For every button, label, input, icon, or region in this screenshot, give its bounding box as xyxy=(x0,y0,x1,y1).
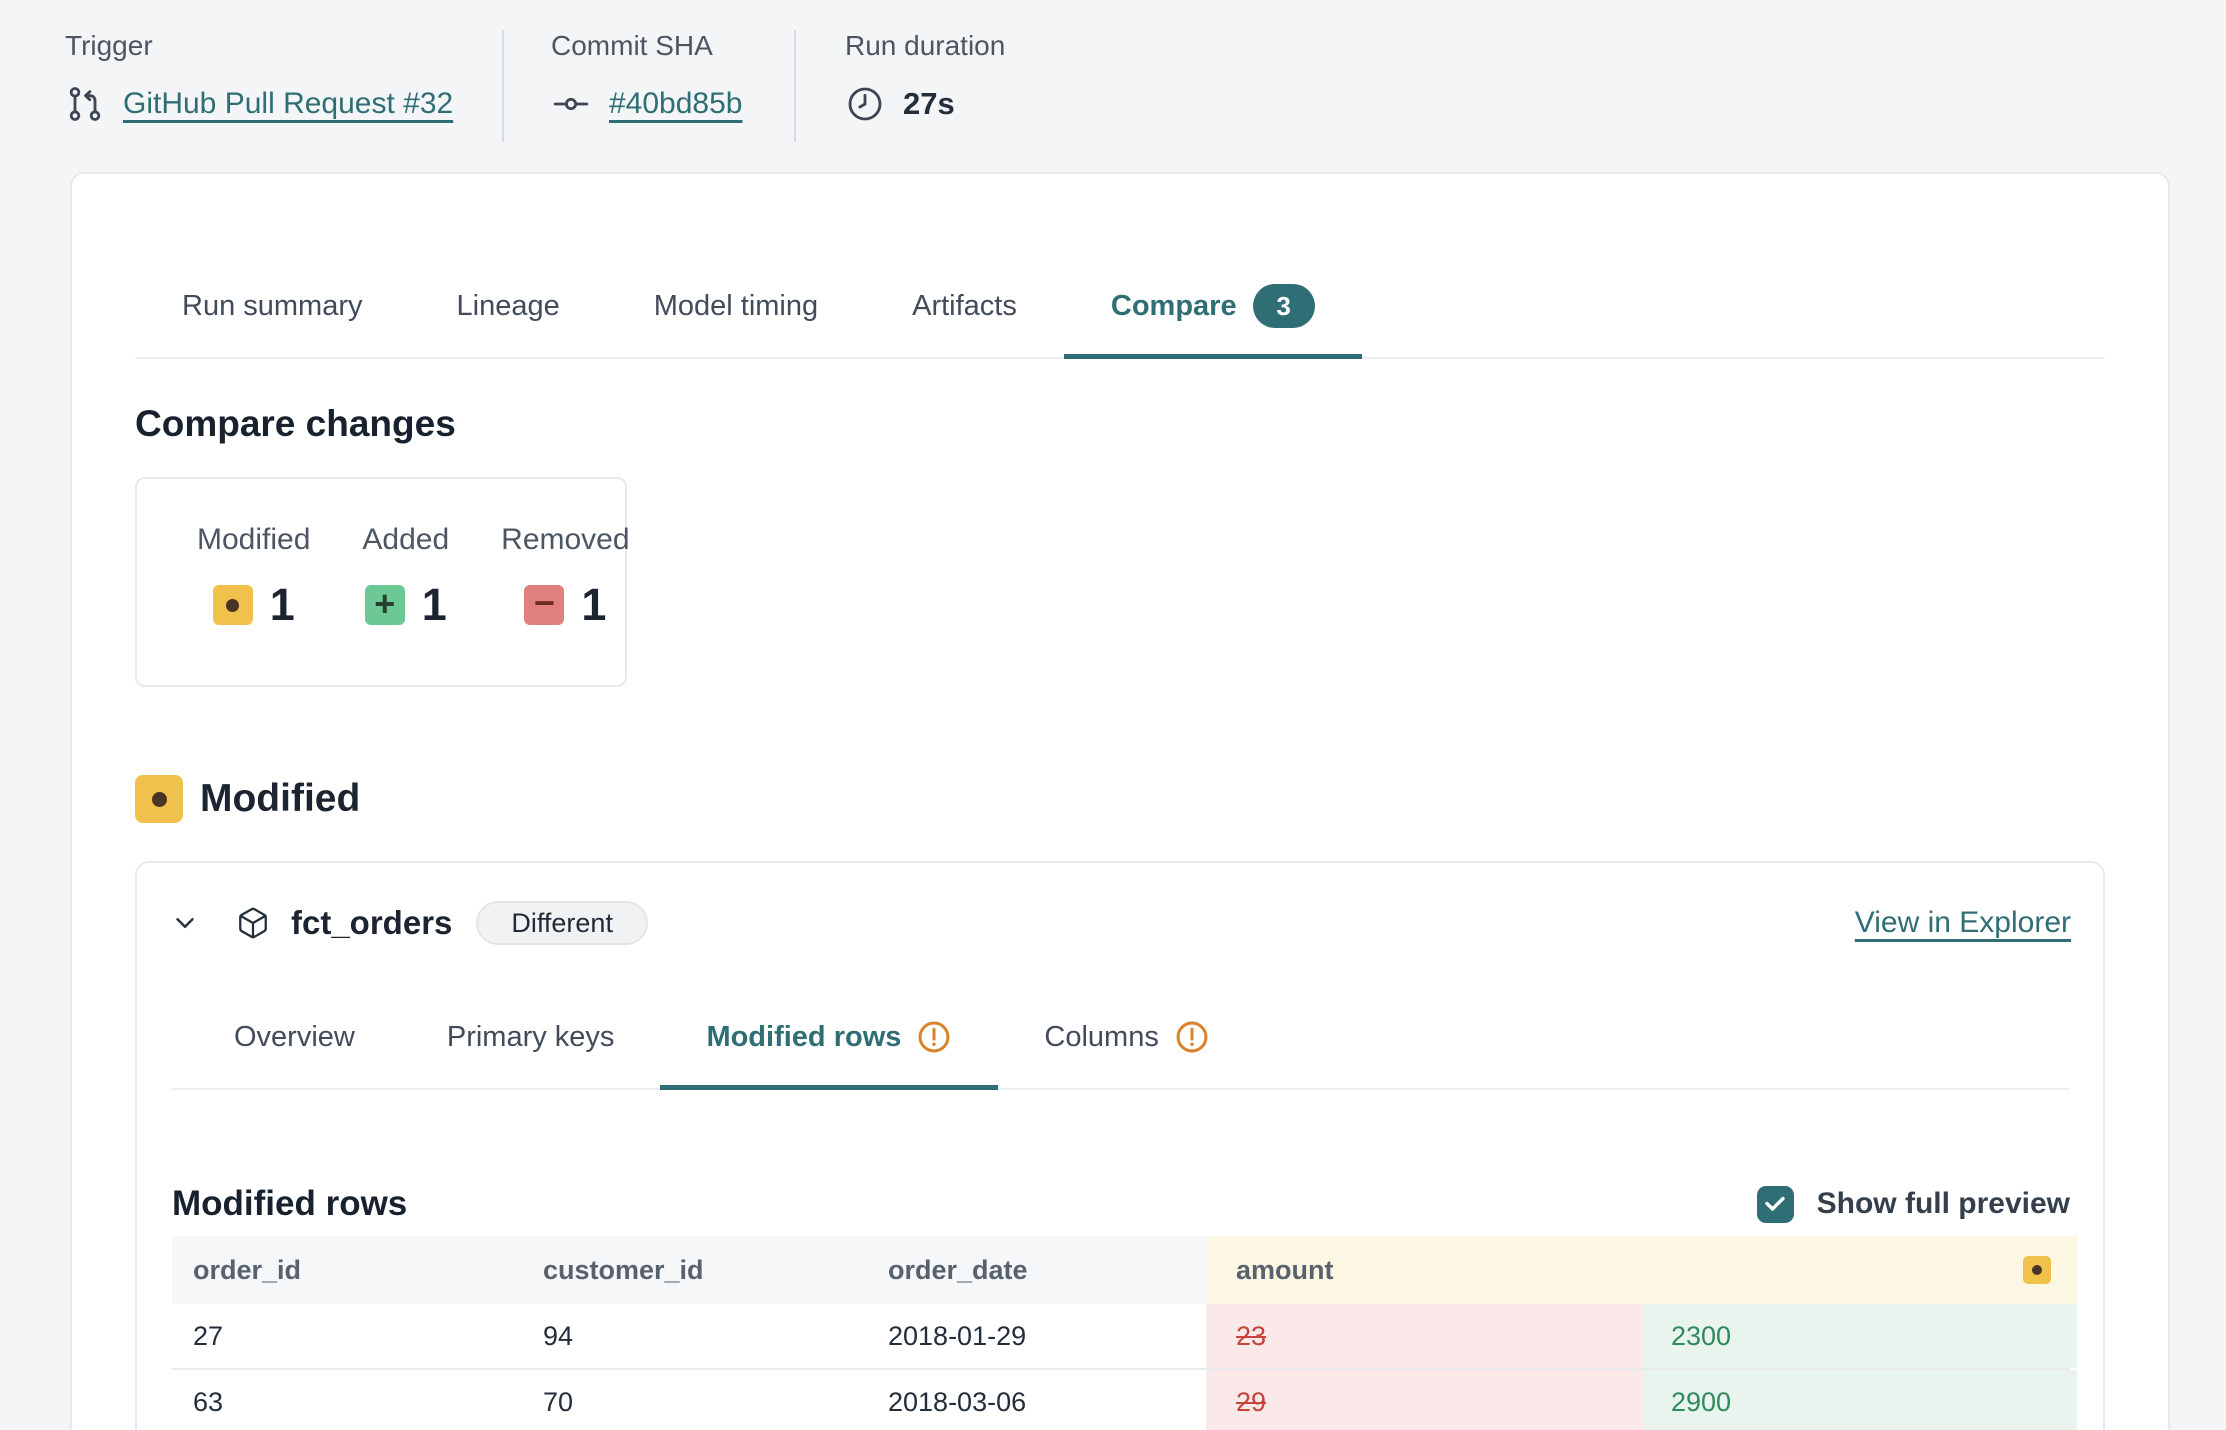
trigger-label: Trigger xyxy=(65,30,502,62)
tab-run-summary[interactable]: Run summary xyxy=(135,284,410,359)
show-full-preview-checkbox[interactable] xyxy=(1757,1186,1794,1223)
modified-label: Modified xyxy=(197,523,310,557)
modified-rows-table: order_id customer_id order_date amount 2… xyxy=(172,1236,2070,1430)
commit-sha-link[interactable]: #40bd85b xyxy=(609,87,742,121)
commit-stat: Commit SHA #40bd85b xyxy=(551,30,794,142)
cell-order-id: 27 xyxy=(172,1304,522,1368)
cell-amount-new: 2300 xyxy=(1643,1304,2077,1368)
table-row: 63 70 2018-03-06 29 2900 xyxy=(172,1370,2070,1430)
cell-amount-old: 29 xyxy=(1206,1370,1643,1430)
tab-model-timing[interactable]: Model timing xyxy=(607,284,865,359)
model-cube-icon xyxy=(236,906,270,940)
removed-label: Removed xyxy=(501,523,629,557)
summary-removed: Removed − 1 xyxy=(501,523,629,685)
run-tabs: Run summary Lineage Model timing Artifac… xyxy=(135,174,2105,359)
tab-primary-keys[interactable]: Primary keys xyxy=(401,1019,661,1090)
modified-section-title: Modified xyxy=(200,777,360,821)
tab-modified-rows[interactable]: Modified rows xyxy=(660,1019,998,1090)
compare-summary-card: Modified 1 Added + 1 Removed − 1 xyxy=(135,477,627,687)
clock-icon xyxy=(845,84,885,124)
tab-artifacts[interactable]: Artifacts xyxy=(865,284,1064,359)
chevron-down-icon[interactable] xyxy=(170,908,200,938)
table-row: 27 94 2018-01-29 23 2300 xyxy=(172,1304,2070,1370)
model-header: fct_orders Different View in Explorer xyxy=(137,863,2103,945)
duration-label: Run duration xyxy=(845,30,1005,62)
trigger-link[interactable]: GitHub Pull Request #32 xyxy=(123,87,453,121)
cell-amount-old: 23 xyxy=(1206,1304,1643,1368)
stat-divider xyxy=(502,30,504,142)
duration-stat: Run duration 27s xyxy=(845,30,1005,142)
model-card-fct-orders: fct_orders Different View in Explorer Ov… xyxy=(135,861,2105,1430)
summary-added: Added + 1 xyxy=(362,523,449,685)
removed-count: 1 xyxy=(581,579,606,631)
modified-count: 1 xyxy=(270,579,295,631)
cell-amount-new: 2900 xyxy=(1643,1370,2077,1430)
modified-dot-icon xyxy=(213,585,253,625)
tab-compare[interactable]: Compare 3 xyxy=(1064,284,1362,359)
cell-order-date: 2018-03-06 xyxy=(867,1370,1206,1430)
added-plus-icon: + xyxy=(365,585,405,625)
pull-request-icon xyxy=(65,84,105,124)
col-header-amount: amount xyxy=(1206,1236,2077,1304)
commit-icon xyxy=(551,84,591,124)
col-header-customer-id: customer_id xyxy=(522,1255,867,1286)
run-detail-card: Run summary Lineage Model timing Artifac… xyxy=(70,172,2170,1430)
added-count: 1 xyxy=(422,579,447,631)
cell-order-date: 2018-01-29 xyxy=(867,1304,1206,1368)
page-title: Compare changes xyxy=(135,403,2105,445)
warning-icon xyxy=(916,1019,952,1055)
stat-divider xyxy=(794,30,796,142)
col-header-order-id: order_id xyxy=(172,1255,522,1286)
warning-icon xyxy=(1174,1019,1210,1055)
commit-label: Commit SHA xyxy=(551,30,794,62)
trigger-stat: Trigger GitHub Pull Request #32 xyxy=(65,30,502,142)
modified-column-marker-icon xyxy=(2023,1256,2051,1284)
cell-order-id: 63 xyxy=(172,1370,522,1430)
modified-section-icon xyxy=(135,775,183,823)
tab-columns[interactable]: Columns xyxy=(998,1019,1255,1090)
cell-customer-id: 70 xyxy=(522,1370,867,1430)
removed-minus-icon: − xyxy=(524,585,564,625)
table-header-row: order_id customer_id order_date amount xyxy=(172,1236,2070,1304)
cell-customer-id: 94 xyxy=(522,1304,867,1368)
model-name: fct_orders xyxy=(291,904,452,942)
modified-rows-title: Modified rows xyxy=(172,1184,407,1224)
show-full-preview-toggle[interactable]: Show full preview xyxy=(1757,1186,2070,1223)
compare-count-badge: 3 xyxy=(1253,284,1315,328)
status-badge: Different xyxy=(476,901,648,945)
summary-modified: Modified 1 xyxy=(197,523,310,685)
added-label: Added xyxy=(362,523,449,557)
view-in-explorer-link[interactable]: View in Explorer xyxy=(1855,906,2071,940)
col-header-order-date: order_date xyxy=(867,1255,1206,1286)
modified-rows-header: Modified rows Show full preview xyxy=(172,1184,2070,1224)
duration-value: 27s xyxy=(903,86,955,122)
run-stats-bar: Trigger GitHub Pull Request #32 Commit S… xyxy=(0,0,2226,142)
tab-lineage[interactable]: Lineage xyxy=(410,284,607,359)
model-tabs: Overview Primary keys Modified rows Colu… xyxy=(172,1019,2070,1090)
modified-section-header: Modified xyxy=(135,775,2105,823)
tab-overview[interactable]: Overview xyxy=(188,1019,401,1090)
show-full-preview-label: Show full preview xyxy=(1817,1187,2070,1221)
